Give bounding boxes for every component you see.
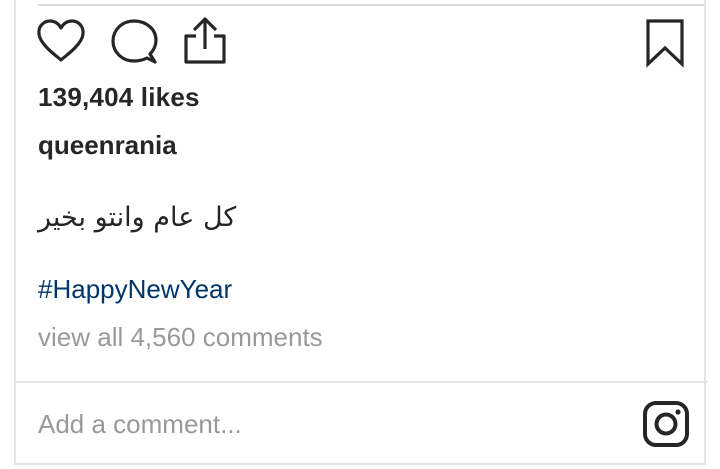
heart-icon[interactable] — [36, 18, 86, 64]
speech-bubble-icon[interactable] — [110, 18, 158, 66]
instagram-logo-icon[interactable] — [642, 400, 690, 448]
top-divider — [38, 4, 704, 6]
add-comment-input[interactable] — [38, 402, 598, 446]
view-all-comments-link[interactable]: view all 4,560 comments — [38, 322, 323, 353]
username-link[interactable]: queenrania — [38, 130, 177, 161]
likes-count[interactable]: 139,404 likes — [38, 82, 200, 113]
share-upload-icon[interactable] — [182, 16, 228, 66]
post-card: 139,404 likes queenrania كل عام وانتو بخ… — [14, 0, 708, 465]
bookmark-icon[interactable] — [644, 18, 686, 68]
hashtag-link[interactable]: #HappyNewYear — [38, 274, 232, 305]
post-caption: كل عام وانتو بخير — [38, 202, 237, 233]
comment-divider — [16, 381, 708, 383]
